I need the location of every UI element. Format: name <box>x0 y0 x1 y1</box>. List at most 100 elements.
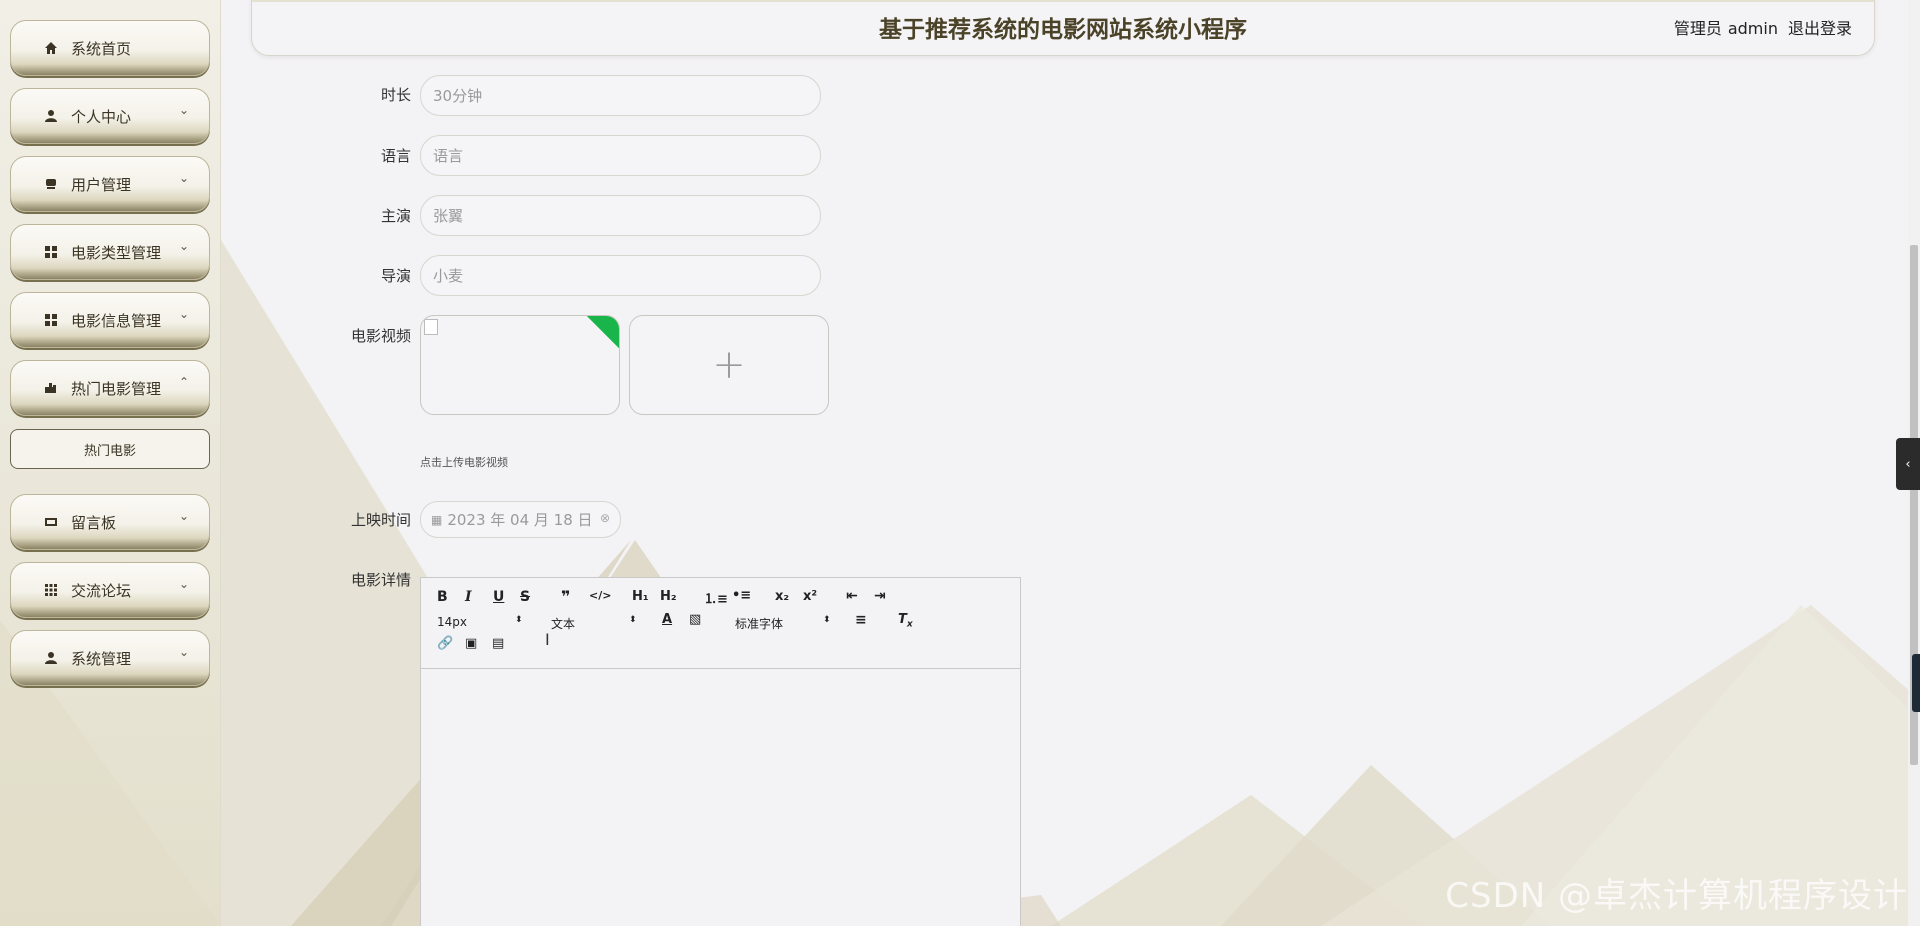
home-icon <box>43 40 59 56</box>
settings-user-icon <box>43 650 59 666</box>
background-color-icon[interactable]: ▧ <box>689 612 701 627</box>
video-thumbnail[interactable] <box>420 315 620 415</box>
bold-icon[interactable]: B <box>437 589 448 605</box>
chevron-down-icon: ⌄ <box>178 103 189 117</box>
top-header: 基于推荐系统的电影网站系统小程序 管理员 admin 退出登录 <box>251 0 1875 56</box>
clear-icon[interactable]: ⊗ <box>600 511 610 525</box>
link-icon[interactable]: 🔗 <box>437 636 453 651</box>
sidebar-item-users[interactable]: 用户管理 ⌄ <box>10 156 210 212</box>
h1-icon[interactable]: H₁ <box>632 589 649 604</box>
subscript-icon[interactable]: x₂ <box>775 589 789 604</box>
font-size-select[interactable]: 14px ⬍ <box>437 615 527 629</box>
language-input[interactable]: 语言 <box>420 135 821 176</box>
sidebar-item-movie-types[interactable]: 电影类型管理 ⌄ <box>10 224 210 280</box>
paragraph-value: 文本 <box>551 617 576 631</box>
blockquote-icon[interactable]: ❞ <box>561 587 570 606</box>
watermark: CSDN @卓杰计算机程序设计 <box>1445 876 1908 916</box>
sidebar-item-label: 电影信息管理 <box>71 311 162 330</box>
fire-icon <box>43 380 59 396</box>
chevron-left-icon: ‹ <box>1905 456 1911 472</box>
strikethrough-icon[interactable]: S <box>520 589 530 605</box>
grid-icon <box>43 244 59 260</box>
language-label: 语言 <box>380 147 411 165</box>
rich-text-editor: B I U S ❞ </> H₁ H₂ ⒈≡ •≡ x₂ x² ⇤ ⇥ 14px… <box>420 577 1021 926</box>
image-icon[interactable]: ▣ <box>465 636 477 651</box>
sidebar-item-label: 热门电影管理 <box>71 379 162 398</box>
duration-label: 时长 <box>380 86 411 104</box>
sidebar-item-label: 留言板 <box>71 513 117 532</box>
font-family-select[interactable]: 标准字体 ⬍ <box>735 615 835 632</box>
calendar-icon: ▦ <box>431 512 443 527</box>
sidebar-item-forum[interactable]: 交流论坛 ⌄ <box>10 562 210 618</box>
superscript-icon[interactable]: x² <box>803 589 817 604</box>
underline-icon[interactable]: U <box>493 589 504 605</box>
font-family-value: 标准字体 <box>735 617 784 631</box>
text-cursor-icon: I <box>545 630 550 649</box>
align-icon[interactable]: ≡ <box>855 612 867 628</box>
ordered-list-icon[interactable]: ⒈≡ <box>704 588 728 607</box>
chevron-down-icon: ⌄ <box>178 239 189 253</box>
h2-icon[interactable]: H₂ <box>660 589 677 604</box>
release-date-picker[interactable]: ▦ 2023 年 04 月 18 日 ⊗ <box>420 501 621 538</box>
font-color-icon[interactable]: A <box>662 612 672 627</box>
actor-label: 主演 <box>380 207 411 225</box>
select-arrows-icon: ⬍ <box>629 615 637 625</box>
chevron-down-icon: ⌄ <box>178 577 189 591</box>
sidebar-item-label: 系统管理 <box>71 649 132 668</box>
grid-icon <box>43 312 59 328</box>
video-upload-button[interactable]: + <box>629 315 829 415</box>
sidebar-item-label: 电影类型管理 <box>71 243 162 262</box>
editor-content-area[interactable] <box>421 669 1020 926</box>
details-label: 电影详情 <box>350 571 411 589</box>
duration-input[interactable]: 30分钟 <box>420 75 821 116</box>
side-widget-tab[interactable] <box>1912 654 1920 712</box>
code-icon[interactable]: </> <box>589 589 611 602</box>
chevron-down-icon: ⌄ <box>178 171 189 185</box>
sidebar-item-label: 交流论坛 <box>71 581 132 600</box>
sidebar-item-label: 用户管理 <box>71 175 132 194</box>
actor-input[interactable]: 张翼 <box>420 195 821 236</box>
font-size-value: 14px <box>437 615 467 629</box>
message-icon <box>43 514 59 530</box>
chevron-down-icon: ⌄ <box>178 509 189 523</box>
clear-format-icon[interactable]: Tx <box>898 612 913 630</box>
editor-toolbar: B I U S ❞ </> H₁ H₂ ⒈≡ •≡ x₂ x² ⇤ ⇥ 14px… <box>421 578 1020 669</box>
video-upload-tip: 点击上传电影视频 <box>420 456 508 469</box>
indent-icon[interactable]: ⇥ <box>874 588 886 604</box>
sidebar-item-label: 个人中心 <box>71 107 132 126</box>
select-arrows-icon: ⬍ <box>515 615 523 625</box>
chevron-up-icon: ⌃ <box>178 375 189 389</box>
sidebar-item-message-board[interactable]: 留言板 ⌄ <box>10 494 210 550</box>
director-input[interactable]: 小麦 <box>420 255 821 296</box>
video-label: 电影视频 <box>350 327 411 345</box>
chevron-down-icon: ⌄ <box>178 645 189 659</box>
page-title: 基于推荐系统的电影网站系统小程序 <box>879 17 1247 43</box>
sidebar-item-movie-info[interactable]: 电影信息管理 ⌄ <box>10 292 210 348</box>
sidebar-item-profile[interactable]: 个人中心 ⌄ <box>10 88 210 144</box>
apps-icon <box>43 582 59 598</box>
release-label: 上映时间 <box>350 511 411 529</box>
upload-success-badge <box>579 316 619 351</box>
video-icon[interactable]: ▤ <box>492 636 504 651</box>
sidebar-item-system[interactable]: 系统管理 ⌄ <box>10 630 210 686</box>
broken-image-icon <box>424 319 438 335</box>
user-role: 管理员 <box>1673 19 1722 38</box>
director-label: 导演 <box>380 267 411 285</box>
user-area: 管理员 admin 退出登录 <box>1668 15 1852 39</box>
users-icon <box>43 176 59 192</box>
sidebar-item-home[interactable]: 系统首页 <box>10 20 210 76</box>
user-name: admin <box>1727 19 1778 38</box>
submenu-item-hot-movie[interactable]: 热门电影 <box>10 429 210 469</box>
italic-icon[interactable]: I <box>465 589 472 605</box>
select-arrows-icon: ⬍ <box>823 615 831 625</box>
sidebar: 系统首页 个人中心 ⌄ 用户管理 ⌄ 电影类型管理 ⌄ 电影信息管理 ⌄ 热门电… <box>0 0 221 926</box>
user-icon <box>43 108 59 124</box>
chevron-down-icon: ⌄ <box>178 307 189 321</box>
sidebar-item-hot-movies[interactable]: 热门电影管理 ⌃ <box>10 360 210 416</box>
collapse-panel-button[interactable]: ‹ <box>1896 438 1920 490</box>
paragraph-select[interactable]: 文本 ⬍ <box>551 615 641 632</box>
logout-link[interactable]: 退出登录 <box>1788 19 1852 38</box>
outdent-icon[interactable]: ⇤ <box>846 588 858 604</box>
release-date-value: 2023 年 04 月 18 日 <box>447 511 593 529</box>
bullet-list-icon[interactable]: •≡ <box>732 588 751 603</box>
